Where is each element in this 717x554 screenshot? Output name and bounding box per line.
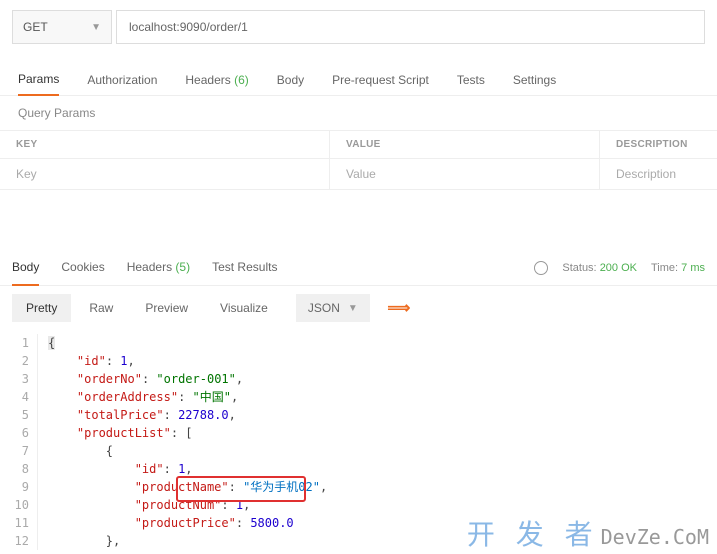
tab-tests[interactable]: Tests	[457, 65, 485, 95]
key-input[interactable]: Key	[0, 159, 330, 189]
url-input[interactable]	[116, 10, 705, 44]
tab-headers-label: Headers	[185, 73, 230, 87]
line-gutter: 123456789101112	[0, 334, 38, 550]
params-header-row: KEY VALUE DESCRIPTION	[0, 131, 717, 159]
description-input[interactable]: Description	[600, 159, 717, 189]
col-description: DESCRIPTION	[600, 131, 717, 158]
resp-headers-count: (5)	[175, 260, 190, 274]
view-visualize[interactable]: Visualize	[206, 294, 282, 322]
time-label: Time:	[651, 262, 678, 274]
view-raw[interactable]: Raw	[75, 294, 127, 322]
wrap-icon: ⟹	[387, 298, 410, 318]
view-preview[interactable]: Preview	[131, 294, 202, 322]
view-toolbar: Pretty Raw Preview Visualize JSON ▼ ⟹	[0, 286, 717, 330]
resp-tab-headers[interactable]: Headers (5)	[127, 250, 190, 285]
http-method-label: GET	[23, 20, 48, 34]
format-label: JSON	[308, 301, 340, 315]
params-input-row: Key Value Description	[0, 159, 717, 190]
globe-icon[interactable]	[534, 261, 548, 275]
response-status: Status: 200 OK Time: 7 ms	[534, 261, 705, 275]
view-pretty[interactable]: Pretty	[12, 294, 71, 322]
response-tabs: Body Cookies Headers (5) Test Results	[12, 250, 277, 285]
col-key: KEY	[0, 131, 330, 158]
code-content[interactable]: { "id": 1, "orderNo": "order-001", "orde…	[38, 334, 717, 550]
response-body: 123456789101112 { "id": 1, "orderNo": "o…	[0, 330, 717, 550]
value-input[interactable]: Value	[330, 159, 600, 189]
tab-prerequest[interactable]: Pre-request Script	[332, 65, 429, 95]
format-select[interactable]: JSON ▼	[296, 294, 370, 322]
resp-tab-body[interactable]: Body	[12, 250, 39, 286]
chevron-down-icon: ▼	[91, 22, 101, 33]
headers-count: (6)	[234, 73, 249, 87]
tab-authorization[interactable]: Authorization	[87, 65, 157, 95]
request-tabs: Params Authorization Headers (6) Body Pr…	[0, 64, 717, 96]
chevron-down-icon: ▼	[348, 303, 358, 314]
resp-tab-tests[interactable]: Test Results	[212, 250, 277, 285]
status-value: 200 OK	[600, 262, 637, 274]
watermark: 开 发 者 DevZe.CoM	[467, 526, 709, 546]
http-method-select[interactable]: GET ▼	[12, 10, 112, 44]
status-label: Status:	[562, 262, 596, 274]
tab-headers[interactable]: Headers (6)	[185, 65, 248, 95]
tab-settings[interactable]: Settings	[513, 65, 556, 95]
resp-headers-label: Headers	[127, 260, 172, 274]
tab-body[interactable]: Body	[277, 65, 304, 95]
query-params-heading: Query Params	[0, 96, 717, 130]
wrap-lines-button[interactable]: ⟹	[384, 295, 414, 321]
resp-tab-cookies[interactable]: Cookies	[61, 250, 104, 285]
params-table: KEY VALUE DESCRIPTION Key Value Descript…	[0, 130, 717, 190]
col-value: VALUE	[330, 131, 600, 158]
tab-params[interactable]: Params	[18, 64, 59, 96]
time-value: 7 ms	[681, 262, 705, 274]
